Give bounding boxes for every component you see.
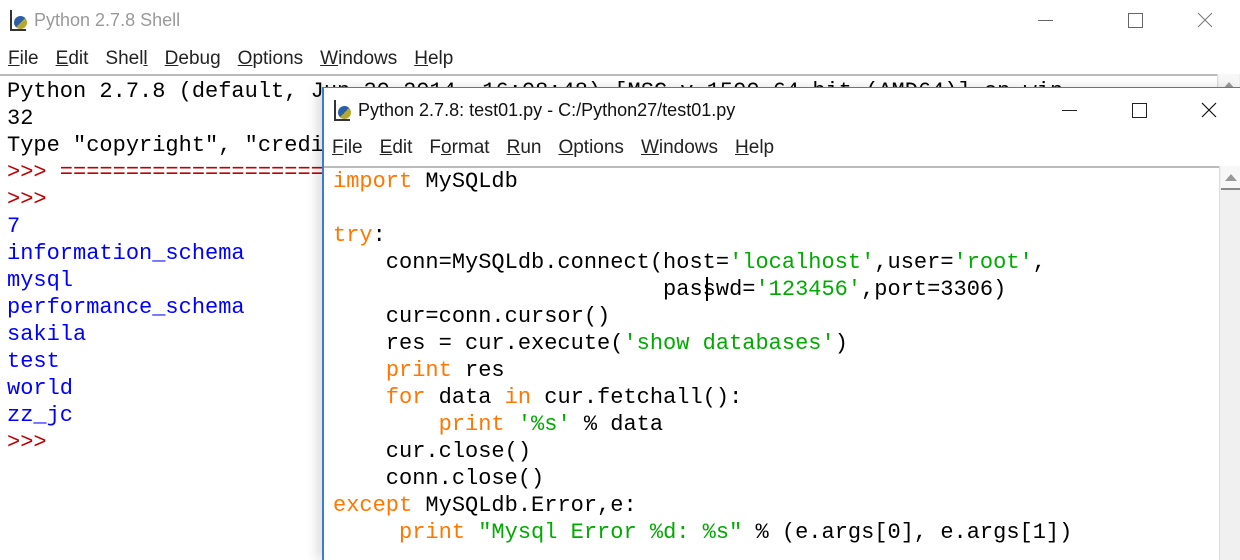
editor-minimize-button[interactable] bbox=[1034, 88, 1104, 132]
code-token: cur.fetchall(): bbox=[531, 385, 743, 410]
code-token: ,port=3306) bbox=[861, 277, 1007, 302]
shell-menubar: File Edit Shell Debug Options Windows Help bbox=[0, 44, 1240, 74]
shell-minimize-button[interactable] bbox=[1010, 0, 1080, 40]
minimize-icon bbox=[1061, 109, 1077, 111]
editor-title: Python 2.7.8: test01.py - C:/Python27/te… bbox=[358, 99, 736, 120]
minimize-icon bbox=[1037, 19, 1053, 21]
code-token: : bbox=[372, 223, 386, 248]
editor-menu-run[interactable]: Run bbox=[507, 137, 542, 159]
code-token: conn=MySQLdb.connect(host= bbox=[333, 250, 730, 275]
code-token: MySQLdb.Error,e: bbox=[412, 493, 637, 518]
python-idle-icon bbox=[332, 99, 354, 121]
string-token: '%s' bbox=[517, 412, 571, 437]
code-token: ) bbox=[834, 331, 848, 356]
keyword-token: import bbox=[333, 169, 413, 194]
keyword-token: print bbox=[385, 358, 452, 383]
keyword-token: for bbox=[385, 385, 426, 410]
code-line: print '%s' % data bbox=[333, 411, 1072, 438]
shell-menu-windows[interactable]: Windows bbox=[320, 48, 397, 70]
shell-menu-debug[interactable]: Debug bbox=[165, 48, 221, 70]
editor-close-button[interactable] bbox=[1174, 88, 1240, 132]
editor-scrollbar[interactable] bbox=[1219, 166, 1240, 560]
code-token: % data bbox=[570, 412, 664, 437]
code-token: cur.close() bbox=[333, 439, 532, 464]
code-line: conn=MySQLdb.connect(host='localhost',us… bbox=[333, 249, 1072, 276]
editor-menu-format[interactable]: Format bbox=[429, 137, 489, 159]
string-token: 'show databases' bbox=[623, 331, 835, 356]
code-token: MySQLdb bbox=[412, 169, 518, 194]
keyword-token: in bbox=[504, 385, 532, 410]
shell-menu-options[interactable]: Options bbox=[238, 48, 303, 70]
maximize-icon bbox=[1131, 102, 1147, 118]
code-token: passwd= bbox=[333, 277, 756, 302]
editor-scroll-up-button[interactable] bbox=[1221, 166, 1240, 190]
editor-maximize-button[interactable] bbox=[1104, 88, 1174, 132]
maximize-icon bbox=[1127, 12, 1143, 28]
code-line: conn.close() bbox=[333, 465, 1072, 492]
keyword-token: print bbox=[399, 520, 466, 545]
keyword-token: except bbox=[333, 493, 413, 518]
string-token: 'root' bbox=[953, 250, 1033, 275]
editor-window: Python 2.7.8: test01.py - C:/Python27/te… bbox=[322, 87, 1240, 560]
code-line: for data in cur.fetchall(): bbox=[333, 384, 1072, 411]
code-line: cur=conn.cursor() bbox=[333, 303, 1072, 330]
keyword-token: print bbox=[438, 412, 505, 437]
text-cursor bbox=[706, 277, 708, 301]
code-editor[interactable]: import MySQLdb try: conn=MySQLdb.connect(… bbox=[333, 168, 1072, 546]
editor-menu-file[interactable]: File bbox=[332, 137, 363, 159]
code-token: , bbox=[1032, 250, 1046, 275]
editor-menu-windows[interactable]: Windows bbox=[641, 137, 718, 159]
shell-menu-help[interactable]: Help bbox=[414, 48, 453, 70]
keyword-token: try bbox=[333, 223, 373, 248]
shell-menu-shell[interactable]: Shell bbox=[105, 48, 147, 70]
editor-menu-help[interactable]: Help bbox=[735, 137, 774, 159]
shell-menubar-divider bbox=[0, 74, 1218, 76]
string-token: "Mysql Error %d: %s" bbox=[478, 520, 743, 545]
editor-menubar: File Edit Format Run Options Windows Help bbox=[324, 133, 1240, 163]
editor-menu-edit[interactable]: Edit bbox=[380, 137, 413, 159]
shell-menu-edit[interactable]: Edit bbox=[56, 48, 89, 70]
code-token: res = cur.execute( bbox=[333, 331, 624, 356]
code-token: data bbox=[425, 385, 505, 410]
code-line: import MySQLdb bbox=[333, 168, 1072, 195]
shell-maximize-button[interactable] bbox=[1100, 0, 1170, 40]
code-token: % (e.args[0], e.args[1]) bbox=[742, 520, 1073, 545]
code-token: cur=conn.cursor() bbox=[333, 304, 611, 329]
code-line: res = cur.execute('show databases') bbox=[333, 330, 1072, 357]
code-token: res bbox=[451, 358, 505, 383]
editor-menu-options[interactable]: Options bbox=[558, 137, 623, 159]
code-line: passwd='123456',port=3306) bbox=[333, 276, 1072, 303]
python-idle-icon bbox=[8, 9, 30, 31]
arrow-up-icon bbox=[1225, 173, 1237, 181]
code-token: conn.close() bbox=[333, 466, 545, 491]
string-token: '123456' bbox=[755, 277, 862, 302]
code-line: cur.close() bbox=[333, 438, 1072, 465]
shell-title: Python 2.7.8 Shell bbox=[34, 9, 181, 30]
string-token: 'localhost' bbox=[729, 250, 875, 275]
code-token: ,user= bbox=[874, 250, 954, 275]
shell-menu-file[interactable]: File bbox=[8, 48, 39, 70]
shell-close-button[interactable] bbox=[1170, 0, 1240, 40]
code-line: except MySQLdb.Error,e: bbox=[333, 492, 1072, 519]
code-line: print "Mysql Error %d: %s" % (e.args[0],… bbox=[333, 519, 1072, 546]
close-icon bbox=[1201, 102, 1217, 118]
code-line: try: bbox=[333, 222, 1072, 249]
close-icon bbox=[1197, 12, 1213, 28]
code-line: print res bbox=[333, 357, 1072, 384]
